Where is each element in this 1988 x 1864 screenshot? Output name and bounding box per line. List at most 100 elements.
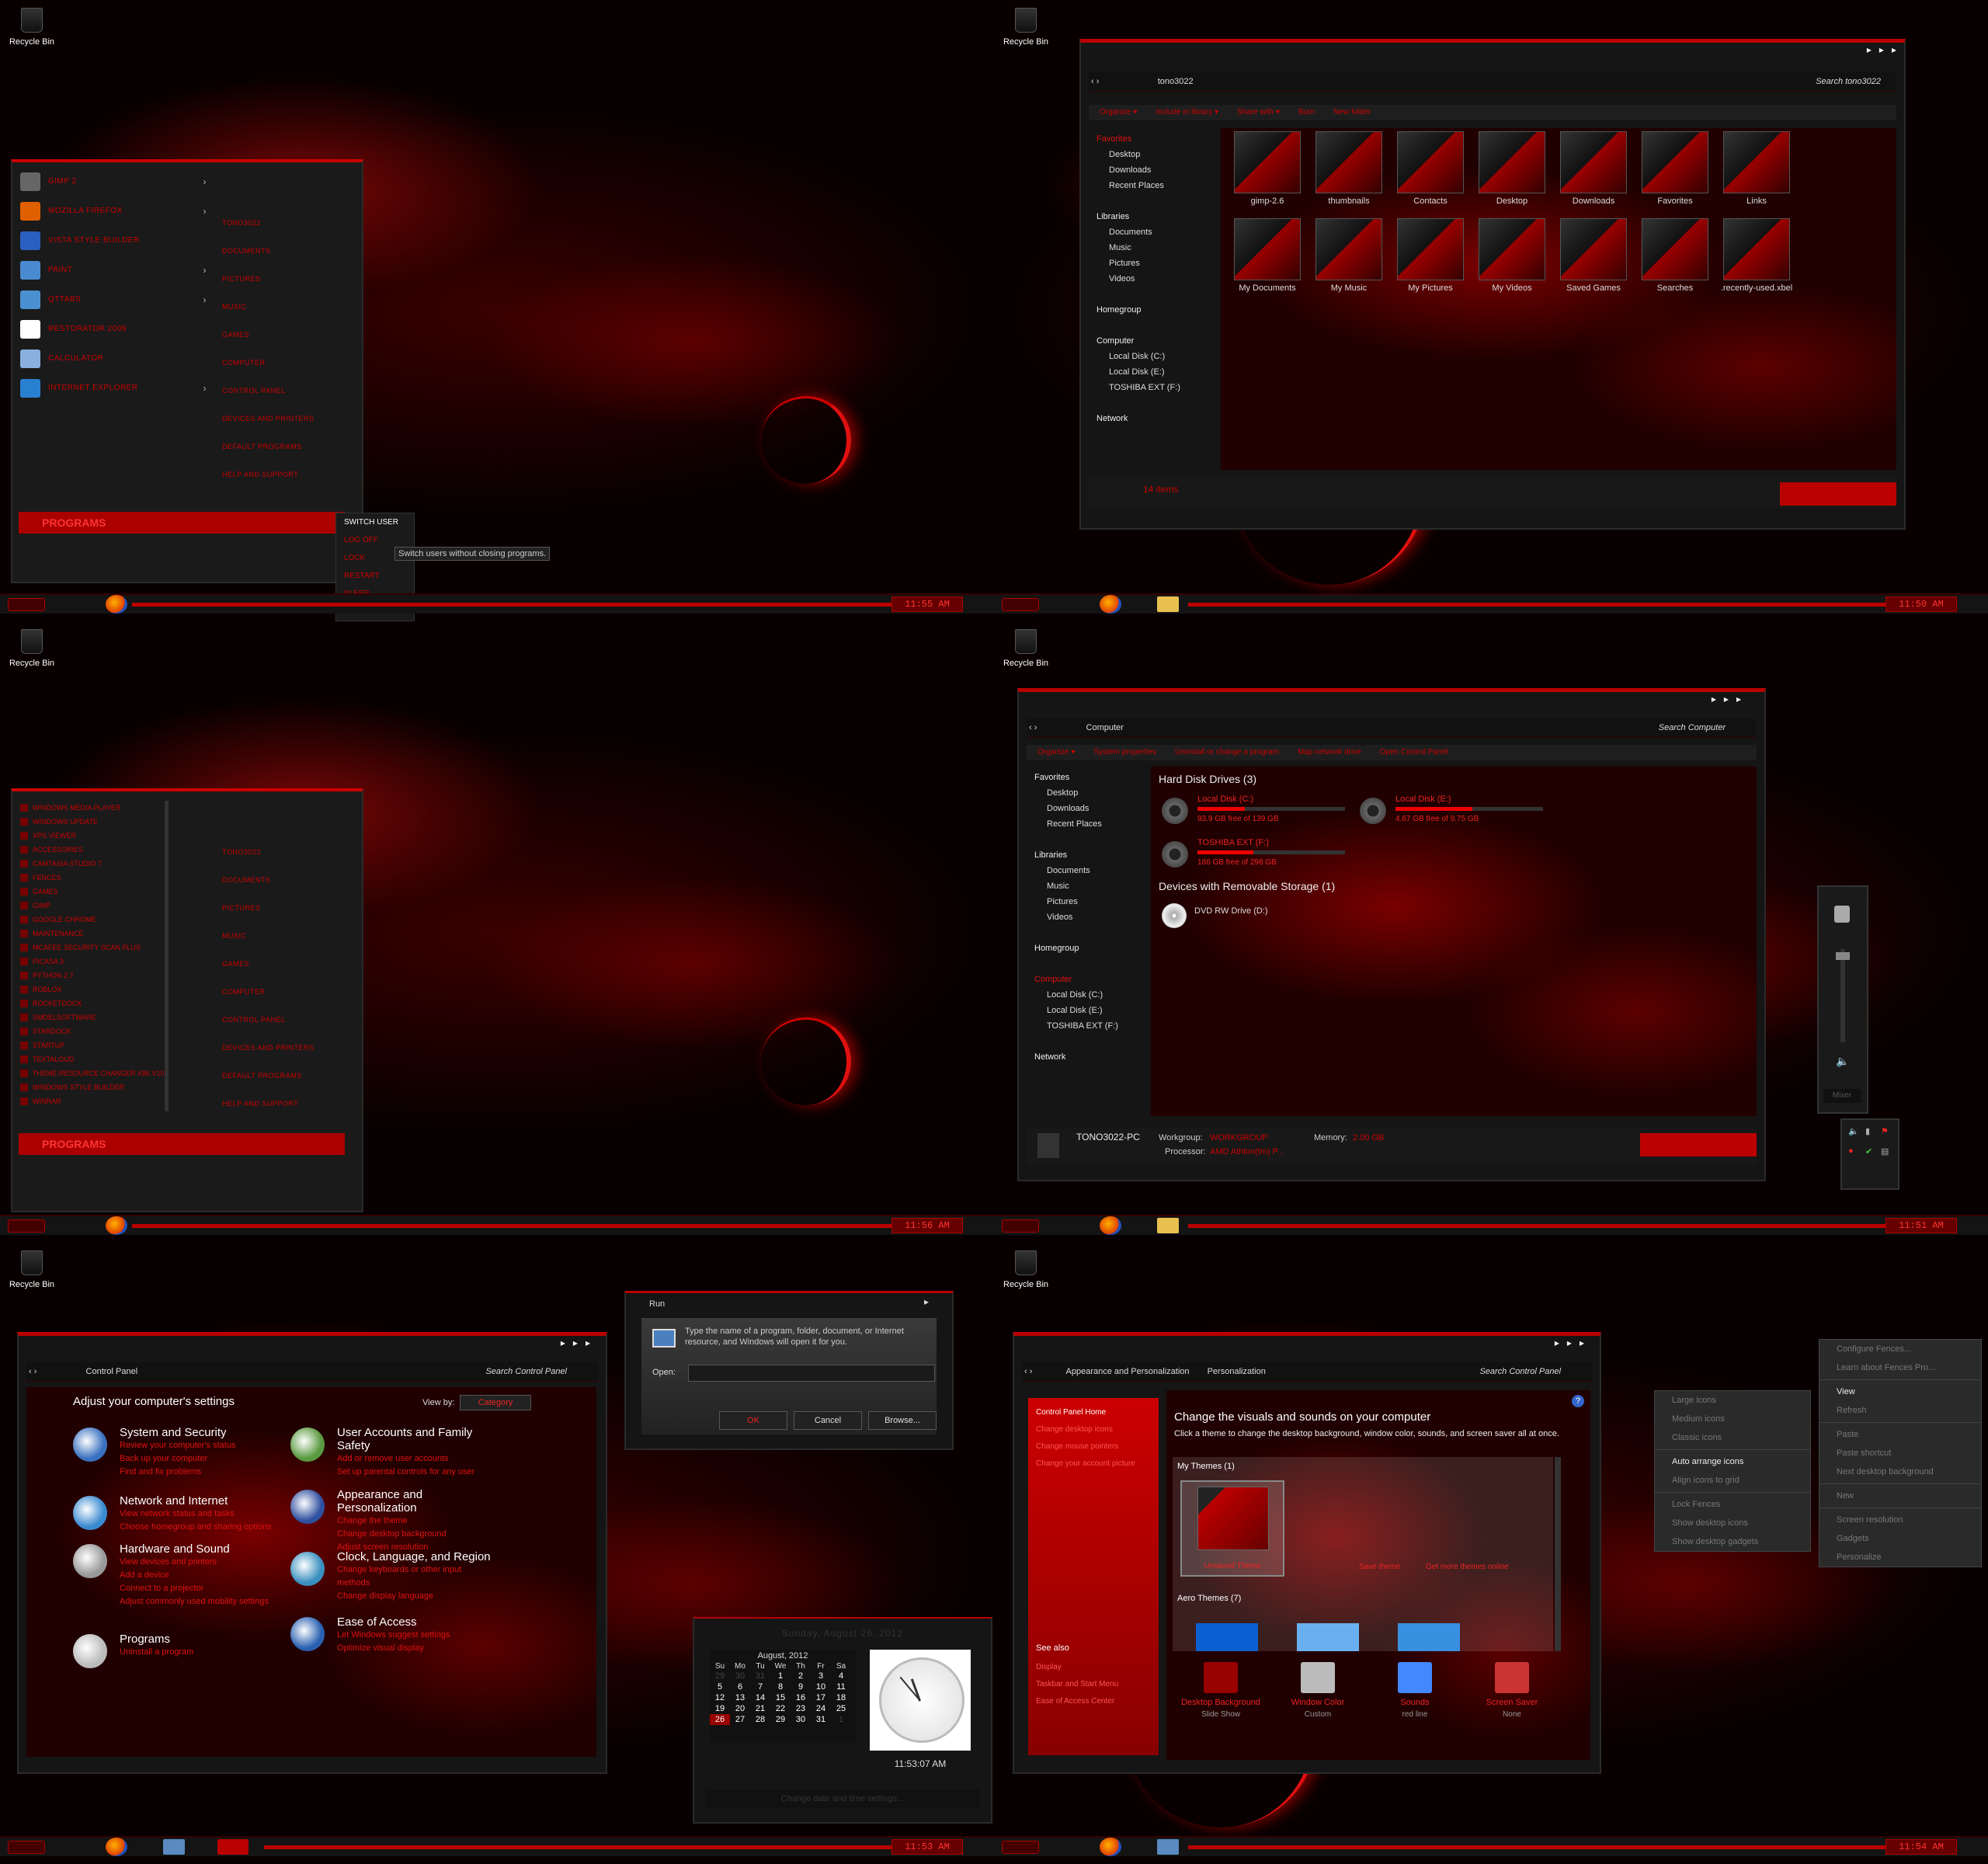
menu-item[interactable]: Show desktop icons [1655, 1514, 1810, 1532]
category-link[interactable]: Let Windows suggest settings [337, 1629, 492, 1642]
calendar-day[interactable]: 10 [811, 1681, 831, 1692]
folder-item[interactable]: Searches [1636, 218, 1714, 304]
menu-item[interactable]: Paste [1819, 1425, 1981, 1444]
date-settings-link[interactable]: Change date and time settings... [705, 1789, 980, 1808]
theme-unsaved[interactable]: Unsaved Theme [1180, 1480, 1284, 1577]
calendar-day[interactable]: 30 [791, 1714, 811, 1725]
nav-item[interactable]: Recent Places [1034, 816, 1151, 832]
firefox-taskbar-icon[interactable] [106, 1216, 127, 1235]
program-item[interactable]: PYTHON 2.7 [17, 969, 211, 982]
command-button[interactable]: Map network drive [1298, 748, 1361, 756]
nav-item[interactable]: Music [1097, 240, 1213, 256]
forward-icon[interactable]: › [1030, 1367, 1033, 1376]
taskbar-clock[interactable]: 11:56 AM [891, 1218, 963, 1233]
start-button[interactable] [1002, 1841, 1039, 1854]
nav-item[interactable]: Network [1097, 411, 1213, 426]
address-bar[interactable]: ‹ › Control Panel Search Control Panel [26, 1362, 598, 1382]
menu-item[interactable]: Align icons to grid [1655, 1471, 1810, 1490]
control-panel-category[interactable]: Appearance and Personalization Change the… [290, 1488, 492, 1554]
nav-item[interactable]: Music [1034, 878, 1151, 894]
power-menu-item[interactable]: RESTART [336, 567, 414, 585]
program-item[interactable]: STARTUP [17, 1038, 211, 1052]
folder-item[interactable]: Downloads [1555, 131, 1632, 217]
calendar-day[interactable]: 20 [730, 1703, 750, 1714]
control-panel-category[interactable]: Network and Internet View network status … [73, 1494, 275, 1534]
calendar-day[interactable]: 11 [831, 1681, 851, 1692]
program-item[interactable]: GAMES [17, 885, 211, 899]
menu-item[interactable]: Show desktop gadgets [1655, 1532, 1810, 1551]
drive-item[interactable]: Local Disk (E:) 4.67 GB free of 9.75 GB [1357, 793, 1543, 832]
program-item[interactable]: MOZILLA FIREFOX › [17, 196, 211, 226]
menu-item[interactable]: Screen resolution [1819, 1511, 1981, 1529]
program-item[interactable]: GOOGLE CHROME [17, 913, 211, 927]
category-link[interactable]: Set up parental controls for any user [337, 1466, 492, 1479]
firefox-taskbar-icon[interactable] [1100, 595, 1121, 614]
category-link[interactable]: Add or remove user accounts [337, 1452, 492, 1466]
calendar-day[interactable]: 6 [730, 1681, 750, 1692]
back-icon[interactable]: ‹ [1022, 1367, 1030, 1376]
theme-setting[interactable]: Desktop Background Slide Show [1174, 1662, 1267, 1719]
start-place-item[interactable]: GAMES [222, 950, 346, 978]
calendar-day[interactable]: 24 [811, 1703, 831, 1714]
forward-icon[interactable]: › [34, 1367, 37, 1376]
calendar-day[interactable]: 26 [710, 1714, 730, 1725]
start-place-item[interactable]: DEVICES AND PRINTERS [222, 1034, 346, 1062]
volume-tray-icon[interactable]: 🔈 [1848, 1126, 1859, 1136]
close-icon[interactable]: ▸ [586, 1337, 590, 1348]
category-link[interactable]: Back up your computer [120, 1452, 275, 1466]
category-link[interactable]: Add a device [120, 1569, 275, 1582]
firefox-taskbar-icon[interactable] [106, 595, 127, 614]
calendar-day[interactable]: 30 [730, 1671, 750, 1681]
calendar-day[interactable]: 22 [770, 1703, 791, 1714]
start-place-item[interactable]: COMPUTER [222, 978, 346, 1006]
menu-item[interactable]: Learn about Fences Pro... [1819, 1358, 1981, 1377]
control-panel-taskbar-icon[interactable] [1157, 1839, 1179, 1855]
control-panel-category[interactable]: Ease of Access Let Windows suggest settin… [290, 1615, 492, 1655]
program-item[interactable]: PAINT › [17, 256, 211, 285]
address-crumb-1[interactable]: Appearance and Personalization [1066, 1367, 1190, 1376]
all-programs-button[interactable]: PROGRAMS [19, 512, 345, 534]
nav-item[interactable]: Homegroup [1097, 302, 1213, 318]
program-item[interactable]: THEME RESOURCE CHANGER X86 V10 [17, 1066, 211, 1080]
folder-item[interactable]: My Videos [1473, 218, 1551, 304]
start-button[interactable] [1002, 1219, 1039, 1233]
close-icon[interactable]: ▸ [924, 1296, 929, 1307]
program-item[interactable]: INTERNET EXPLORER › [17, 374, 211, 403]
control-panel-category[interactable]: Programs Uninstall a program [73, 1633, 275, 1668]
minimize-icon[interactable]: ▸ [1712, 694, 1716, 704]
firefox-taskbar-icon[interactable] [106, 1838, 127, 1856]
program-item[interactable]: VISTA STYLE BUILDER [17, 226, 211, 256]
search-box[interactable]: Search tono3022 [1816, 72, 1881, 91]
category-title[interactable]: Appearance and Personalization [337, 1488, 492, 1514]
category-link[interactable]: Find and fix problems [120, 1466, 275, 1479]
calendar-day[interactable]: 29 [710, 1671, 730, 1681]
category-link[interactable]: Uninstall a program [120, 1646, 275, 1659]
drive-item[interactable]: Local Disk (C:) 93.9 GB free of 139 GB [1159, 793, 1345, 832]
nav-item[interactable]: Downloads [1034, 801, 1151, 816]
sidebar-link[interactable]: Change mouse pointers [1036, 1438, 1151, 1455]
drive-item[interactable]: TOSHIBA EXT (F:) 186 GB free of 298 GB [1159, 836, 1345, 875]
program-item[interactable]: MAINTENANCE [17, 927, 211, 941]
address-bar[interactable]: ‹ › tono3022 Search tono3022 [1089, 72, 1896, 92]
search-box[interactable]: Search Control Panel [1479, 1362, 1561, 1381]
menu-item[interactable]: Refresh [1819, 1401, 1981, 1420]
folder-item[interactable]: My Music [1310, 218, 1388, 304]
category-link[interactable]: View network status and tasks [120, 1508, 275, 1521]
category-title[interactable]: System and Security [120, 1426, 275, 1439]
sidebar-link[interactable]: Change desktop icons [1036, 1421, 1151, 1438]
command-button[interactable]: New folder [1333, 108, 1371, 116]
calendar-day[interactable]: 17 [811, 1692, 831, 1703]
program-item[interactable]: CALCULATOR [17, 344, 211, 374]
mixer-link[interactable]: Mixer [1823, 1089, 1861, 1103]
program-item[interactable]: TEXTALOUD [17, 1052, 211, 1066]
calendar-day[interactable]: 23 [791, 1703, 811, 1714]
close-icon[interactable]: ▸ [1736, 694, 1741, 704]
category-link[interactable]: Optimize visual display [337, 1642, 492, 1655]
calendar-day[interactable]: 29 [770, 1714, 791, 1725]
program-item[interactable]: WINRAR [17, 1094, 211, 1108]
program-item[interactable]: RESTORATOR 2009 [17, 315, 211, 344]
menu-item[interactable]: View [1819, 1382, 1981, 1401]
volume-slider-thumb[interactable] [1836, 952, 1850, 960]
folder-item[interactable]: Favorites [1636, 131, 1714, 217]
maximize-icon[interactable]: ▸ [1567, 1337, 1572, 1348]
